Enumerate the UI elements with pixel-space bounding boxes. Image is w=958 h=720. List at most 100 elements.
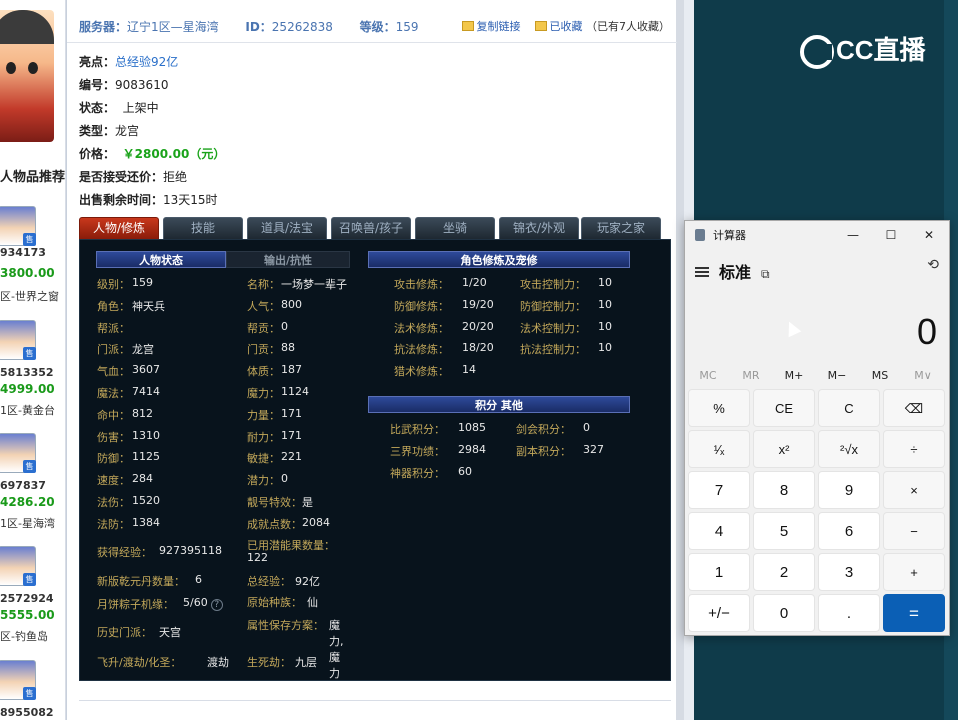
section-header-output[interactable]: 输出/抗性: [226, 251, 350, 268]
memory-key[interactable]: MR: [730, 369, 772, 382]
memory-key[interactable]: M−: [816, 369, 858, 382]
calculator-key[interactable]: +: [883, 553, 945, 591]
stat-value: 5/60?: [183, 596, 223, 611]
tab-skills[interactable]: 技能: [163, 217, 243, 239]
memory-key[interactable]: M∨: [902, 369, 944, 382]
calculator-key[interactable]: 7: [688, 471, 750, 509]
calculator-key[interactable]: ÷: [883, 430, 945, 468]
tab-mounts[interactable]: 坐骑: [415, 217, 495, 239]
calculator-key[interactable]: x²: [753, 430, 815, 468]
keep-on-top-icon[interactable]: ⧉: [761, 267, 770, 281]
info-value: 拒绝: [163, 170, 188, 184]
tab-pets[interactable]: 召唤兽/孩子: [331, 217, 411, 239]
stat-label: 伤害：: [97, 430, 130, 444]
calculator-titlebar: 计算器: [695, 227, 746, 243]
stat-label: 总经验：: [247, 575, 291, 588]
stat-label: 成就点数：: [247, 517, 302, 531]
recommend-avatar: 售: [0, 660, 36, 700]
cultivation-label: 防御修炼：: [394, 299, 449, 313]
cultivation-value: 20/20: [462, 319, 494, 333]
calculator-key[interactable]: 8: [753, 471, 815, 509]
close-icon[interactable]: ✕: [911, 223, 947, 247]
calculator-key[interactable]: 5: [753, 512, 815, 550]
header-actions: 复制链接 已收藏 （已有7人收藏）: [461, 18, 670, 34]
calculator-key[interactable]: 1: [688, 553, 750, 591]
section-header-status[interactable]: 人物状态: [96, 251, 226, 268]
tab-home[interactable]: 玩家之家: [581, 217, 661, 239]
calculator-key[interactable]: 2: [753, 553, 815, 591]
stat-value: 122: [247, 551, 268, 564]
calculator-key[interactable]: CE: [753, 389, 815, 427]
tab-character[interactable]: 人物/修炼: [79, 217, 159, 239]
calculator-key[interactable]: 6: [818, 512, 880, 550]
calculator-key[interactable]: ¹⁄ₓ: [688, 430, 750, 468]
stat-label: 力量：: [247, 408, 280, 422]
menu-icon[interactable]: [695, 267, 709, 277]
copy-link-icon: [461, 21, 474, 31]
recommend-server: 1区-黄金台: [0, 404, 55, 417]
points-value: 1085: [458, 421, 486, 434]
control-label: 攻击控制力：: [520, 278, 586, 291]
copy-link-button[interactable]: 复制链接: [477, 20, 521, 33]
bottom-divider: [79, 700, 671, 701]
info-status: 状态： 上架中: [79, 99, 159, 116]
minimize-icon[interactable]: —: [835, 223, 871, 247]
history-icon[interactable]: ⟲: [927, 257, 939, 273]
control-value: 10: [598, 297, 612, 311]
stat-label: 体质：: [247, 365, 280, 379]
calculator-key[interactable]: ⌫: [883, 389, 945, 427]
stat-value: 6: [195, 573, 202, 586]
avatar-eye-left: [6, 62, 16, 74]
calculator-key[interactable]: %: [688, 389, 750, 427]
control-value: 10: [598, 319, 612, 333]
calculator-key[interactable]: ²√x: [818, 430, 880, 468]
stat-value: 一场梦一辈子: [281, 278, 347, 291]
stat-label: 速度：: [97, 474, 130, 488]
memory-key[interactable]: MC: [687, 369, 729, 382]
help-icon[interactable]: ?: [210, 599, 223, 611]
stat-label: 敏捷：: [247, 452, 280, 466]
recommend-avatar: 售: [0, 433, 36, 473]
stat-value: 魔力,魔力: [329, 619, 344, 680]
calculator-key[interactable]: 3: [818, 553, 880, 591]
info-label: 价格：: [79, 147, 116, 161]
tab-items[interactable]: 道具/法宝: [247, 217, 327, 239]
recommend-id: 5813352: [0, 366, 54, 379]
calculator-key[interactable]: .: [818, 594, 880, 632]
favorite-count: （已有7人收藏）: [586, 20, 670, 33]
favorite-icon: [534, 21, 547, 31]
id-value: 25262838: [271, 20, 333, 34]
info-type: 类型：龙宫: [79, 122, 139, 139]
stat-label: 法防：: [97, 517, 130, 531]
recommend-sidebar: 934173 3800.00 区-世界之窗 人物品推荐 售 售 5813352 …: [0, 0, 66, 720]
tab-outfits[interactable]: 锦衣/外观: [499, 217, 579, 239]
stat-value: 812: [132, 406, 153, 420]
stat-label: 人气：: [247, 299, 280, 313]
calculator-key[interactable]: −: [883, 512, 945, 550]
calculator-key[interactable]: =: [883, 594, 945, 632]
calculator-key[interactable]: 0: [753, 594, 815, 632]
stat-value: 龙宫: [132, 343, 154, 357]
character-stats-panel: 人物状态 输出/抗性 角色修炼及宠修 积分 其他 级别： 159 角色： 神天兵 帮派：…: [79, 239, 671, 681]
memory-key[interactable]: MS: [859, 369, 901, 382]
highlight-link[interactable]: 总经验92亿: [115, 55, 178, 69]
recommend-price: 5555.00: [0, 608, 55, 622]
calculator-key[interactable]: ×: [883, 471, 945, 509]
control-label: 法术控制力：: [520, 321, 586, 335]
memory-key[interactable]: M+: [773, 369, 815, 382]
calculator-app-icon: [695, 229, 705, 241]
calculator-key[interactable]: 9: [818, 471, 880, 509]
stat-value: 800: [281, 297, 302, 311]
calculator-key[interactable]: 4: [688, 512, 750, 550]
stat-value: 171: [281, 428, 302, 442]
sale-tag: 售: [23, 573, 36, 586]
avatar-eye-right: [28, 62, 38, 74]
favorite-button[interactable]: 已收藏: [550, 20, 583, 33]
listing-main: 服务器：辽宁1区—星海湾 ID：25262838 等级：159 复制链接 已收藏…: [66, 0, 684, 720]
recommend-avatar-top[interactable]: 售: [0, 206, 65, 246]
stat-label: 门派：: [97, 343, 130, 357]
calculator-key[interactable]: C: [818, 389, 880, 427]
maximize-icon[interactable]: ☐: [873, 223, 909, 247]
level-value: 159: [395, 20, 419, 34]
calculator-key[interactable]: +/−: [688, 594, 750, 632]
